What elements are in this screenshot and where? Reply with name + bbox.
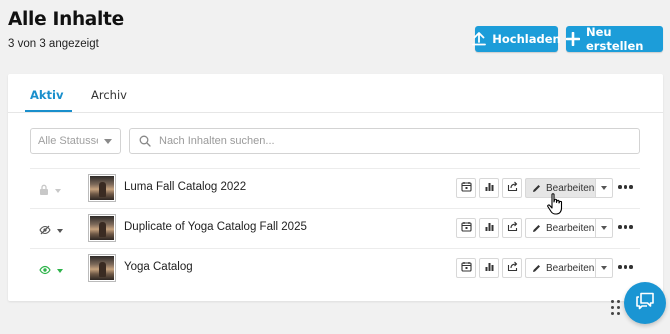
pencil-icon <box>532 184 541 193</box>
calendar-icon <box>460 259 472 277</box>
eye-icon <box>39 262 51 280</box>
share-icon <box>507 179 518 197</box>
search-input[interactable] <box>159 135 639 147</box>
status-dropdown[interactable] <box>39 222 63 240</box>
page-title: Alle Inhalte <box>8 9 124 30</box>
chevron-down-icon <box>57 269 63 273</box>
table-row: Yoga Catalog Bearbeiten <box>30 248 640 288</box>
edit-options-dropdown[interactable] <box>595 258 613 278</box>
chevron-down-icon <box>104 139 112 144</box>
status-dropdown[interactable] <box>39 182 61 200</box>
statistics-button[interactable] <box>479 218 499 238</box>
edit-label: Bearbeiten <box>546 222 595 234</box>
thumbnail[interactable] <box>88 174 116 202</box>
chat-button[interactable] <box>624 282 666 324</box>
drag-handle-icon[interactable] <box>611 300 620 315</box>
results-count: 3 von 3 angezeigt <box>8 38 99 50</box>
calendar-icon <box>460 219 472 237</box>
edit-button[interactable]: Bearbeiten <box>525 258 595 278</box>
plus-icon <box>566 32 580 46</box>
create-new-button[interactable]: Neu erstellen <box>566 25 663 53</box>
calendar-icon <box>460 179 472 197</box>
upload-button[interactable]: Hochladen <box>472 26 561 52</box>
upload-label: Hochladen <box>492 32 561 46</box>
lock-icon <box>39 182 49 200</box>
status-filter-value: Alle Statussen <box>38 135 98 147</box>
share-icon <box>507 259 518 277</box>
schedule-button[interactable] <box>456 218 476 238</box>
chevron-down-icon <box>55 189 61 193</box>
search-icon <box>139 135 151 147</box>
more-options-button[interactable] <box>618 265 633 269</box>
more-options-button[interactable] <box>618 225 633 229</box>
bar-chart-icon <box>484 259 495 277</box>
content-card: Aktiv Archiv Alle Statussen Luma Fall Ca… <box>8 74 663 301</box>
upload-icon <box>472 32 487 46</box>
content-title[interactable]: Duplicate of Yoga Catalog Fall 2025 <box>124 221 307 233</box>
schedule-button[interactable] <box>456 258 476 278</box>
edit-button[interactable]: Bearbeiten <box>525 218 595 238</box>
content-title[interactable]: Luma Fall Catalog 2022 <box>124 181 246 193</box>
eye-off-icon <box>39 222 51 240</box>
share-icon <box>507 219 518 237</box>
bar-chart-icon <box>484 219 495 237</box>
tabs-divider <box>8 112 663 113</box>
share-button[interactable] <box>502 178 522 198</box>
chevron-down-icon <box>601 266 607 270</box>
status-filter-select[interactable]: Alle Statussen <box>30 128 121 154</box>
edit-options-dropdown[interactable] <box>595 218 613 238</box>
search-field[interactable] <box>129 128 640 154</box>
tab-active[interactable]: Aktiv <box>30 88 63 102</box>
hand-cursor-icon <box>546 192 566 221</box>
more-options-button[interactable] <box>618 185 633 189</box>
thumbnail[interactable] <box>88 214 116 242</box>
edit-options-dropdown[interactable] <box>595 178 613 198</box>
statistics-button[interactable] <box>479 178 499 198</box>
bar-chart-icon <box>484 179 495 197</box>
share-button[interactable] <box>502 258 522 278</box>
content-title[interactable]: Yoga Catalog <box>124 261 193 273</box>
pencil-icon <box>532 224 541 233</box>
pencil-icon <box>532 264 541 273</box>
status-dropdown[interactable] <box>39 262 63 280</box>
statistics-button[interactable] <box>479 258 499 278</box>
chat-icon <box>635 292 655 315</box>
share-button[interactable] <box>502 218 522 238</box>
chevron-down-icon <box>601 186 607 190</box>
tab-archive[interactable]: Archiv <box>91 88 127 102</box>
schedule-button[interactable] <box>456 178 476 198</box>
thumbnail[interactable] <box>88 254 116 282</box>
chevron-down-icon <box>57 229 63 233</box>
chevron-down-icon <box>601 226 607 230</box>
edit-label: Bearbeiten <box>546 262 595 274</box>
create-new-label: Neu erstellen <box>586 25 644 53</box>
